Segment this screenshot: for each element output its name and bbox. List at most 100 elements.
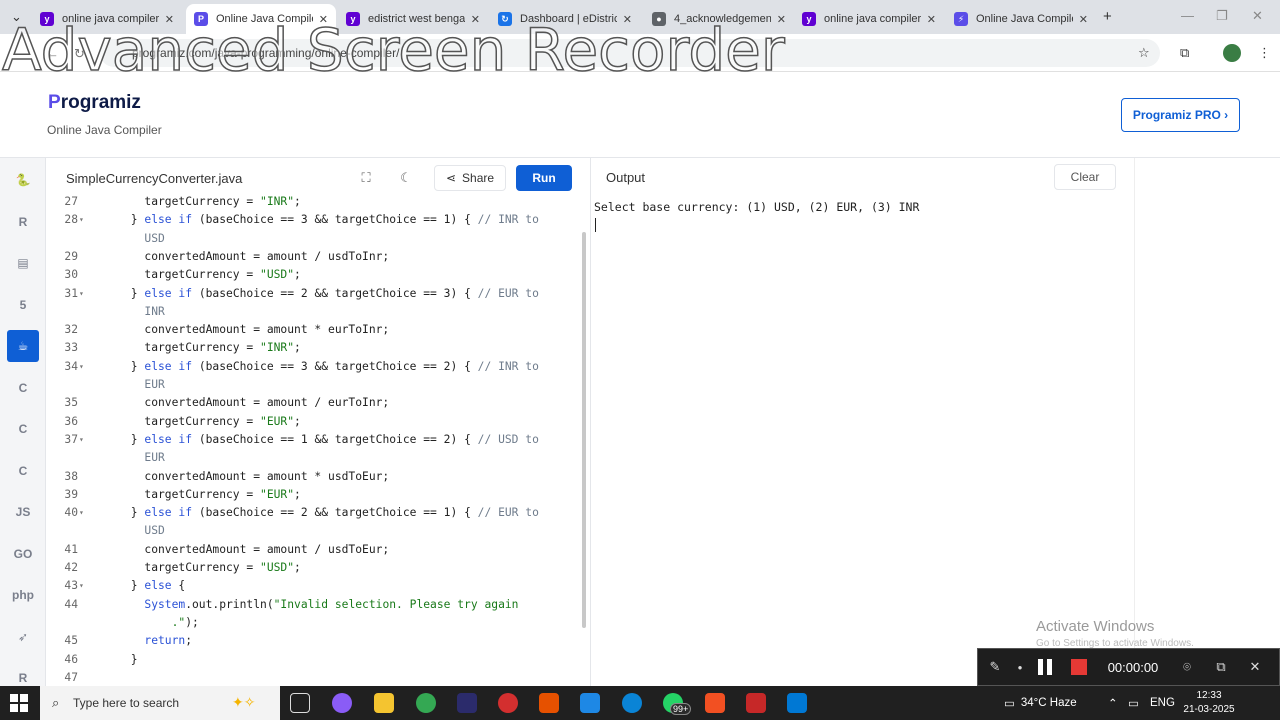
- close-tab-icon[interactable]: ✕: [623, 13, 632, 26]
- editor-scrollbar[interactable]: [582, 232, 586, 628]
- language-indicator[interactable]: ENG: [1150, 686, 1175, 720]
- run-button[interactable]: Run: [516, 165, 572, 191]
- go-icon[interactable]: GO: [7, 538, 39, 570]
- browser-tab[interactable]: y edistrict west bengal ✕: [338, 4, 488, 34]
- sql-icon[interactable]: ▤: [7, 247, 39, 279]
- file-explorer-icon[interactable]: [374, 693, 394, 713]
- brave-icon[interactable]: [539, 693, 559, 713]
- code-token: ;: [294, 487, 301, 501]
- close-recorder-icon[interactable]: ✕: [1238, 650, 1272, 684]
- taskbar-clock[interactable]: 12:33 21-03-2025: [1178, 689, 1240, 717]
- chrome-icon[interactable]: [416, 693, 436, 713]
- close-window-icon[interactable]: ✕: [1252, 8, 1263, 24]
- programiz-logo[interactable]: Programiz: [48, 92, 141, 114]
- code-text: } else if (baseChoice == 2 && targetChoi…: [131, 285, 539, 303]
- tray-chevron-icon[interactable]: ⌃: [1108, 686, 1118, 720]
- close-tab-icon[interactable]: ✕: [927, 13, 936, 26]
- back-icon[interactable]: ←: [46, 46, 59, 61]
- code-line: 30 targetCurrency = "USD";: [46, 266, 590, 284]
- clear-button[interactable]: Clear: [1054, 164, 1116, 190]
- code-token: else: [144, 579, 172, 593]
- browser-menu-icon[interactable]: ⋮: [1258, 45, 1271, 61]
- code-line: 44 System.out.println("Invalid selection.…: [46, 596, 590, 614]
- windows-start-icon[interactable]: [10, 694, 28, 712]
- code-token: // EUR to: [477, 286, 539, 300]
- pause-button[interactable]: [1028, 650, 1062, 684]
- js-icon[interactable]: JS: [7, 496, 39, 528]
- browser-tab[interactable]: P Online Java Compiler ✕: [186, 4, 336, 34]
- php-icon[interactable]: php: [7, 579, 39, 611]
- browser-tab[interactable]: ⚡ Online Java Compiler ✕: [946, 4, 1096, 34]
- minimize-icon[interactable]: —: [1181, 8, 1194, 23]
- code-token: ;: [294, 196, 301, 208]
- extensions-icon[interactable]: ⧉: [1180, 45, 1189, 61]
- fold-chevron-icon[interactable]: ▾: [79, 577, 84, 595]
- outlook-icon[interactable]: [787, 693, 807, 713]
- fold-chevron-icon[interactable]: ▾: [79, 285, 84, 303]
- browser-tab[interactable]: ↻ Dashboard | eDistrict ✕: [490, 4, 640, 34]
- microsoft-store-icon[interactable]: [705, 693, 725, 713]
- url-input[interactable]: programiz.com/java-programming/online-co…: [100, 39, 1160, 67]
- fullscreen-icon[interactable]: ⛶: [352, 165, 380, 191]
- tab-favicon-icon: y: [346, 12, 360, 26]
- bookmark-star-icon[interactable]: ☆: [1138, 45, 1150, 61]
- csharp-icon[interactable]: C: [7, 455, 39, 487]
- taskbar-search-input[interactable]: ⌕ Type here to search ✦✧: [40, 686, 280, 720]
- c-icon[interactable]: C: [7, 372, 39, 404]
- code-editor[interactable]: 27 targetCurrency = "INR"; 28 ▾} else if (b…: [46, 196, 590, 686]
- dark-mode-icon[interactable]: ☾: [392, 165, 420, 191]
- close-tab-icon[interactable]: ✕: [319, 13, 328, 26]
- close-tab-icon[interactable]: ✕: [165, 13, 174, 26]
- reload-icon[interactable]: ↻: [74, 46, 85, 62]
- fold-chevron-icon[interactable]: ▾: [79, 431, 84, 449]
- swift-icon[interactable]: ➶: [7, 621, 39, 653]
- line-number: 27: [64, 196, 78, 208]
- stop-button[interactable]: [1062, 650, 1096, 684]
- pen-icon[interactable]: ✎: [978, 650, 1012, 684]
- weather-widget[interactable]: ▭ 34°C Haze: [1004, 686, 1077, 720]
- task-view-icon[interactable]: [290, 693, 310, 713]
- file-name-tab[interactable]: SimpleCurrencyConverter.java: [66, 171, 242, 186]
- code-token: ;: [294, 268, 301, 282]
- camera-icon[interactable]: ⌾: [1170, 650, 1204, 684]
- r-icon[interactable]: R: [7, 206, 39, 238]
- weather-icon: ▭: [1004, 698, 1015, 710]
- output-console[interactable]: Select base currency: (1) USD, (2) EUR, …: [590, 196, 1134, 686]
- browser-tab[interactable]: y online java compiler ✕: [794, 4, 944, 34]
- code-line: 45 return;: [46, 632, 590, 650]
- python-icon[interactable]: 🐍: [7, 164, 39, 196]
- recorder-app-icon[interactable]: [746, 693, 766, 713]
- share-button[interactable]: ⋖ Share: [434, 165, 506, 191]
- programiz-pro-button[interactable]: Programiz PRO ›: [1121, 98, 1240, 132]
- maximize-icon[interactable]: ❐: [1216, 8, 1228, 24]
- profile-avatar[interactable]: [1223, 44, 1241, 62]
- activate-windows-title: Activate Windows: [1036, 618, 1155, 635]
- share-icon: ⋖: [445, 171, 457, 185]
- code-line: 38 convertedAmount = amount * usdToEur;: [46, 468, 590, 486]
- new-tab-button[interactable]: +: [1103, 8, 1112, 25]
- code-token: targetCurrency =: [144, 268, 261, 282]
- browser-tab[interactable]: ● 4_acknowledgement ✕: [644, 4, 794, 34]
- close-tab-icon[interactable]: ✕: [1079, 13, 1088, 26]
- code-line: 32 convertedAmount = amount * eurToInr;: [46, 321, 590, 339]
- html-icon[interactable]: 5: [7, 289, 39, 321]
- fold-chevron-icon[interactable]: ▾: [79, 504, 84, 522]
- intellij-icon[interactable]: [457, 693, 477, 713]
- network-icon[interactable]: ▭: [1128, 686, 1139, 720]
- copilot-app-icon[interactable]: [332, 693, 352, 713]
- edge-icon[interactable]: [622, 693, 642, 713]
- close-tab-icon[interactable]: ✕: [777, 13, 786, 26]
- cpp-icon[interactable]: C: [7, 413, 39, 445]
- code-text: return;: [144, 632, 192, 650]
- opera-icon[interactable]: [498, 693, 518, 713]
- fold-chevron-icon[interactable]: ▾: [79, 211, 84, 229]
- code-token: else if: [144, 213, 193, 227]
- pip-icon[interactable]: ⧉: [1204, 650, 1238, 684]
- code-line: 36 targetCurrency = "EUR";: [46, 413, 590, 431]
- vscode-icon[interactable]: [580, 693, 600, 713]
- fold-chevron-icon[interactable]: ▾: [79, 358, 84, 376]
- java-icon[interactable]: ☕: [7, 330, 39, 362]
- browser-tab[interactable]: y online java compiler ✕: [32, 4, 182, 34]
- close-tab-icon[interactable]: ✕: [471, 13, 480, 26]
- tab-list-chevron-icon[interactable]: ⌄: [11, 9, 22, 25]
